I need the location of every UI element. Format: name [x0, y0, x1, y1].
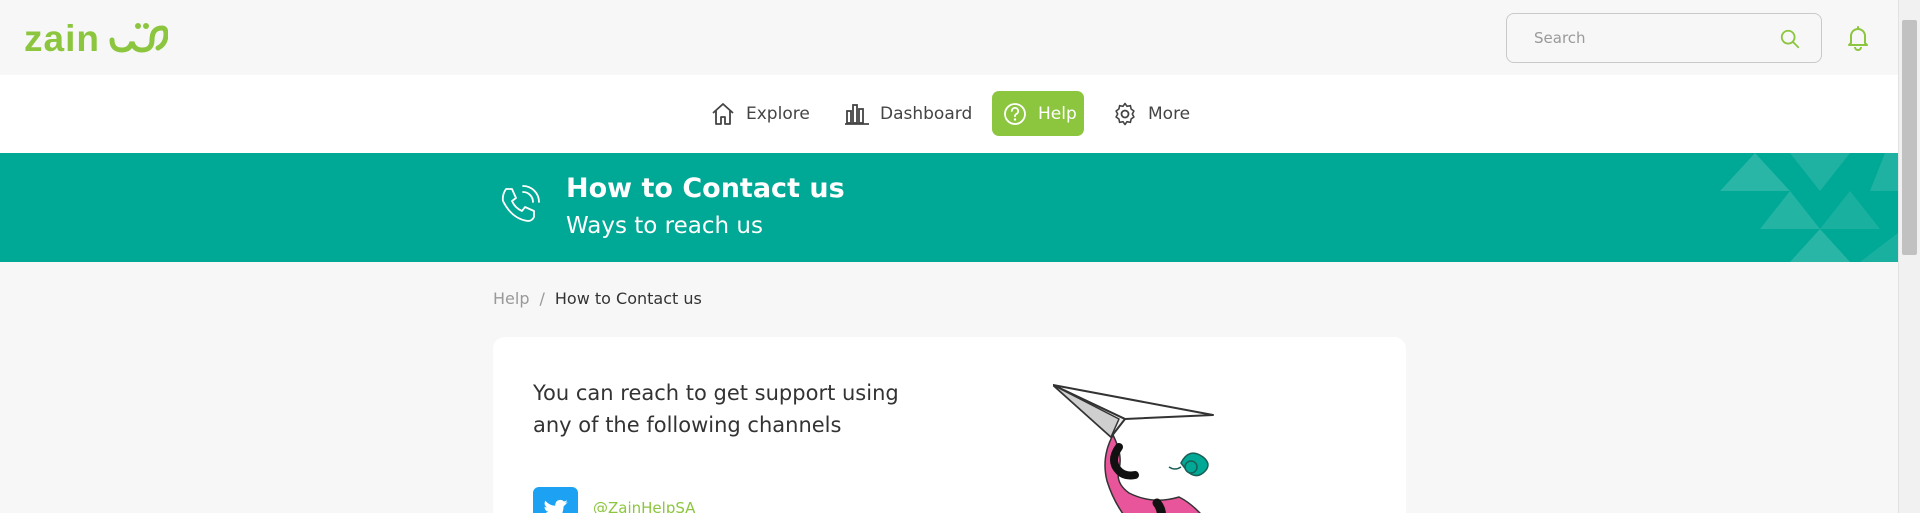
bar-chart-icon [845, 103, 869, 125]
breadcrumb-current: How to Contact us [554, 289, 702, 308]
logo-latin-text: zain [24, 17, 100, 59]
contact-card: You can reach to get support using any o… [493, 337, 1406, 513]
breadcrumb-separator: / [539, 289, 545, 308]
decorative-triangles [1720, 153, 1898, 262]
nav-item-label: More [1148, 103, 1191, 124]
search-input[interactable] [1508, 15, 1768, 61]
main-nav: Explore Dashboard Help More [0, 75, 1898, 153]
breadcrumb-link-help[interactable]: Help [493, 289, 529, 308]
page-subtitle: Ways to reach us [566, 213, 763, 239]
zain-logo[interactable]: zain [24, 18, 196, 58]
contact-intro-text: You can reach to get support using any o… [533, 381, 899, 437]
nav-item-explore[interactable]: Explore [710, 91, 810, 136]
top-bar: zain [0, 0, 1898, 75]
nav-item-label: Help [1038, 103, 1077, 124]
twitter-handle-link[interactable]: @ZainHelpSA [593, 499, 695, 513]
paper-plane-illustration [1053, 384, 1214, 513]
search-box[interactable] [1506, 13, 1822, 63]
page-scrollbar[interactable] [1898, 0, 1920, 513]
scrollbar-thumb[interactable] [1902, 20, 1917, 255]
nav-item-label: Dashboard [880, 103, 973, 124]
twitter-channel[interactable]: @ZainHelpSA [533, 487, 695, 513]
gear-icon [1115, 102, 1135, 125]
nav-item-help[interactable]: Help [992, 91, 1084, 136]
home-icon [712, 102, 734, 125]
bell-icon[interactable] [1844, 24, 1872, 52]
page-title: How to Contact us [566, 173, 845, 204]
nav-item-dashboard[interactable]: Dashboard [844, 91, 972, 136]
phone-icon [501, 185, 540, 222]
nav-item-more[interactable]: More [1112, 91, 1190, 136]
question-circle-icon [1004, 102, 1026, 125]
search-icon[interactable] [1779, 28, 1801, 50]
logo-arabic-mark [109, 23, 168, 53]
twitter-icon[interactable] [533, 487, 578, 513]
breadcrumb: Help / How to Contact us [493, 289, 702, 308]
nav-item-label: Explore [746, 103, 810, 124]
page-banner: How to Contact us Ways to reach us [0, 153, 1898, 262]
